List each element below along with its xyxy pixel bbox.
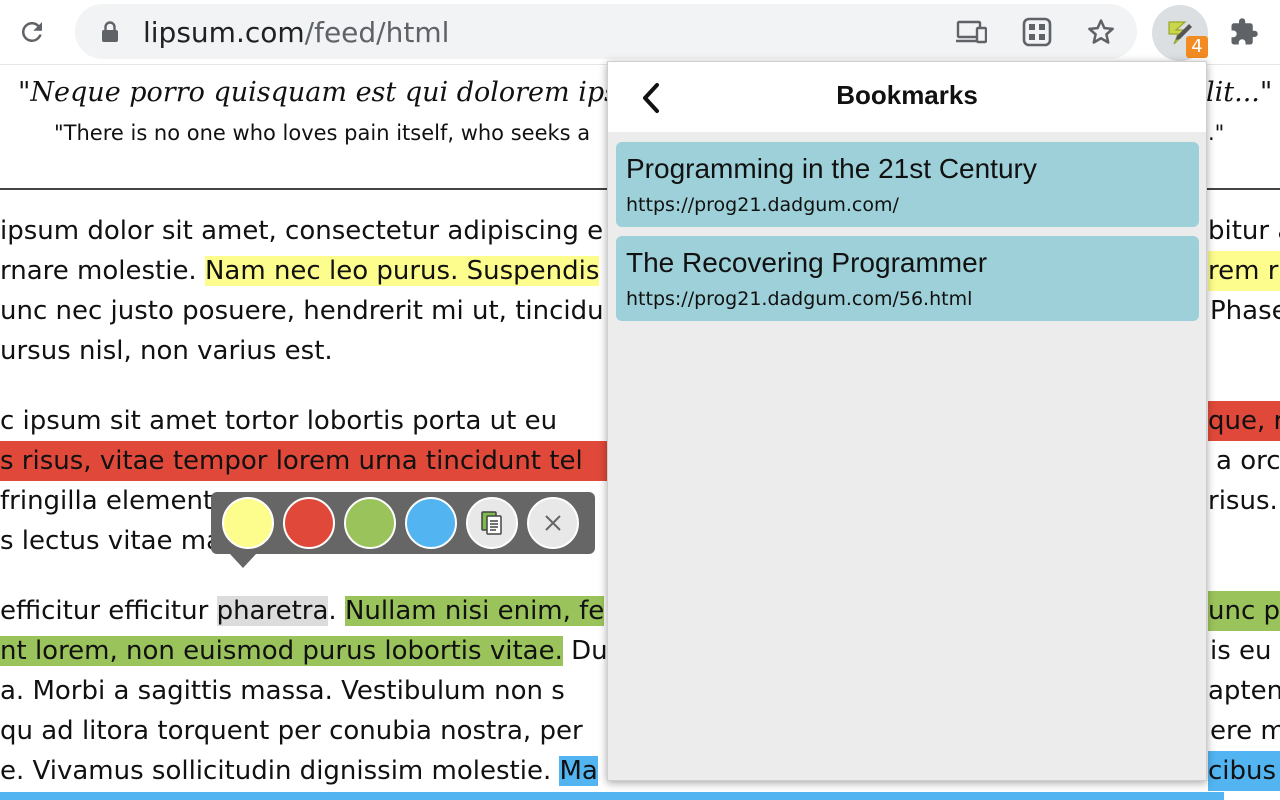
paragraph-line: qu ad litora torquent per conubia nostra… xyxy=(0,716,583,746)
yellow-color-button[interactable] xyxy=(222,497,274,549)
paragraph-line: Phase xyxy=(1210,296,1280,326)
green-highlight[interactable]: unc pu xyxy=(1208,591,1280,631)
blue-color-button[interactable] xyxy=(405,497,457,549)
blue-highlight xyxy=(0,792,1224,800)
extension-badge: 4 xyxy=(1186,36,1208,58)
bookmarks-panel: Bookmarks Programming in the 21st Centur… xyxy=(607,61,1207,781)
paragraph-line: efficitur efficitur pharetra. Nullam nis… xyxy=(0,591,605,631)
paragraph-line: e. Vivamus sollicitudin dignissim molest… xyxy=(0,751,598,791)
paragraph-line: apten xyxy=(1208,676,1280,706)
paragraph-line: is eu xyxy=(1210,636,1272,666)
bookmark-url: https://prog21.dadgum.com/56.html xyxy=(626,288,973,310)
bookmark-item[interactable]: Programming in the 21st Century https://… xyxy=(616,142,1199,227)
bookmark-title: Programming in the 21st Century xyxy=(626,153,1037,184)
yellow-highlight[interactable]: Nam nec leo purus. Suspendis xyxy=(204,256,600,286)
lock-icon[interactable] xyxy=(101,21,119,48)
green-highlight[interactable]: Nullam nisi enim, fe xyxy=(344,596,605,626)
quote-english: "There is no one who loves pain itself, … xyxy=(54,121,591,145)
browser-toolbar: lipsum.com/feed/html 4 xyxy=(0,0,1280,65)
paragraph-line: ipsum dolor sit amet, consectetur adipis… xyxy=(0,216,604,246)
red-highlight[interactable]: que, r xyxy=(1208,401,1280,441)
blue-highlight[interactable]: cibus xyxy=(1208,751,1280,791)
green-highlight[interactable]: nt lorem, non euismod purus lobortis vit… xyxy=(0,636,563,666)
paragraph-line: a orc xyxy=(1216,446,1280,476)
quote-english-end: ." xyxy=(1208,121,1225,145)
quote-latin-end: lit..." xyxy=(1206,77,1273,108)
url-path: /feed/html xyxy=(304,16,450,49)
panel-title: Bookmarks xyxy=(836,80,978,110)
plain-text: efficitur efficitur xyxy=(0,596,217,626)
copy-button[interactable] xyxy=(466,497,518,549)
puzzle-icon[interactable] xyxy=(1226,14,1262,50)
highlighter-toolbar xyxy=(211,492,595,554)
url-host: lipsum.com xyxy=(143,16,305,49)
plain-text: rnare molestie. xyxy=(0,256,205,286)
bookmark-url: https://prog21.dadgum.com/ xyxy=(626,194,899,216)
bookmarks-header: Bookmarks xyxy=(608,62,1206,132)
bookmark-item[interactable]: The Recovering Programmer https://prog21… xyxy=(616,236,1199,321)
paragraph-line: unc nec justo posuere, hendrerit mi ut, … xyxy=(0,296,604,326)
yellow-highlight[interactable]: rem rh xyxy=(1208,251,1280,291)
qr-icon[interactable] xyxy=(1021,16,1053,48)
paragraph-line: rnare molestie. Nam nec leo purus. Suspe… xyxy=(0,251,600,291)
close-icon xyxy=(545,515,561,531)
address-bar[interactable]: lipsum.com/feed/html xyxy=(75,4,1137,59)
bookmark-title: The Recovering Programmer xyxy=(626,247,988,278)
red-highlight[interactable]: s risus, vitae tempor lorem urna tincidu… xyxy=(0,441,607,481)
cast-icon[interactable] xyxy=(955,16,987,48)
red-color-button[interactable] xyxy=(283,497,335,549)
paragraph-line: fringilla element xyxy=(0,486,214,516)
reload-icon[interactable] xyxy=(14,14,50,50)
plain-text: e. Vivamus sollicitudin dignissim molest… xyxy=(0,756,560,786)
url-text[interactable]: lipsum.com/feed/html xyxy=(143,16,449,49)
paragraph-line: c ipsum sit amet tortor lobortis porta u… xyxy=(0,406,558,436)
blue-highlight[interactable]: Ma xyxy=(559,756,598,786)
plain-text: Du xyxy=(562,636,608,666)
paragraph-line: a. Morbi a sagittis massa. Vestibulum no… xyxy=(0,676,565,706)
popup-pointer xyxy=(230,554,256,568)
paragraph-line: ere m xyxy=(1210,716,1280,746)
paragraph-line: bitur a xyxy=(1208,216,1280,246)
green-color-button[interactable] xyxy=(344,497,396,549)
close-button[interactable] xyxy=(527,497,579,549)
copy-icon xyxy=(481,511,502,535)
paragraph-line: ursus nisl, non varius est. xyxy=(0,336,333,366)
selected-text[interactable]: pharetra xyxy=(216,596,329,626)
paragraph-line: nt lorem, non euismod purus lobortis vit… xyxy=(0,631,608,671)
paragraph-line: s lectus vitae ma xyxy=(0,526,223,556)
star-icon[interactable] xyxy=(1085,16,1117,48)
plain-text: . xyxy=(328,596,345,626)
paragraph-line: risus. xyxy=(1208,486,1278,516)
quote-latin: "Neque porro quisquam est qui dolorem ip… xyxy=(18,77,636,108)
